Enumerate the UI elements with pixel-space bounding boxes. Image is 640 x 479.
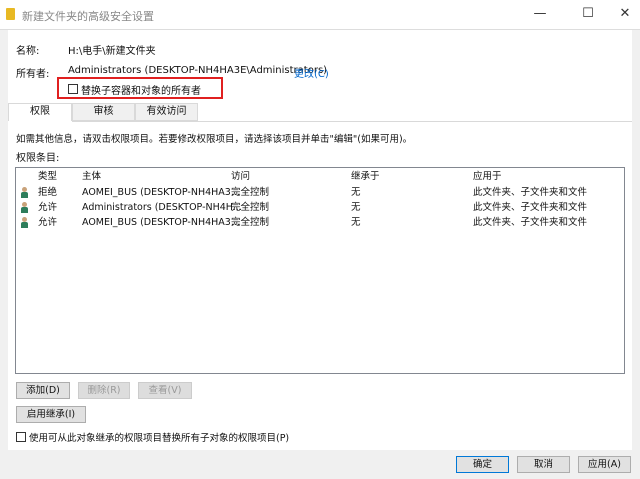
title-bar: 新建文件夹的高级安全设置 — ☐ ✕ [0, 0, 640, 30]
replace-perms-label: 使用可从此对象继承的权限项目替换所有子对象的权限项目(P) [29, 433, 290, 444]
cell-inherited: 无 [351, 202, 361, 213]
add-button[interactable]: 添加(D) [16, 382, 70, 399]
cancel-button[interactable]: 取消 [517, 456, 570, 473]
cell-type: 允许 [38, 217, 58, 228]
group-icon [20, 202, 29, 213]
info-text: 如需其他信息，请双击权限项目。若要修改权限项目，请选择该项目并单击"编辑"(如果… [16, 134, 413, 145]
replace-owner-label: 替换子容器和对象的所有者 [81, 86, 201, 97]
enable-inheritance-button[interactable]: 启用继承(I) [16, 406, 86, 423]
change-owner-link[interactable]: 更改(C) [294, 65, 329, 80]
apply-button[interactable]: 应用(A) [578, 456, 631, 473]
cell-applies: 此文件夹、子文件夹和文件 [473, 202, 588, 213]
cell-access: 完全控制 [231, 202, 270, 213]
column-header-access[interactable]: 访问 [231, 169, 250, 184]
minimize-button[interactable]: — [525, 4, 555, 24]
ok-button[interactable]: 确定 [456, 456, 509, 473]
owner-label: 所有者: [16, 69, 50, 80]
cell-principal: AOMEI_BUS (DESKTOP-NH4HA3... [82, 217, 240, 228]
column-header-principal[interactable]: 主体 [82, 169, 101, 184]
list-header: 类型 主体 访问 继承于 应用于 [16, 169, 624, 184]
window-title: 新建文件夹的高级安全设置 [22, 10, 154, 23]
cell-access: 完全控制 [231, 217, 270, 228]
maximize-button[interactable]: ☐ [573, 4, 603, 24]
name-value: H:\电手\新建文件夹 [68, 46, 156, 57]
cell-principal: Administrators (DESKTOP-NH4H... [82, 202, 242, 213]
remove-button[interactable]: 删除(R) [78, 382, 130, 399]
column-header-inherited[interactable]: 继承于 [351, 169, 380, 184]
user-icon [20, 187, 29, 198]
replace-owner-checkbox[interactable] [68, 84, 78, 94]
permission-entries-list[interactable]: 类型 主体 访问 继承于 应用于 拒绝 AOMEI_BUS (DESKTOP-N… [15, 167, 625, 374]
cell-type: 允许 [38, 202, 58, 213]
cell-applies: 此文件夹、子文件夹和文件 [473, 187, 588, 198]
close-button[interactable]: ✕ [610, 4, 640, 24]
owner-value: Administrators (DESKTOP-NH4HA3E\Administ… [68, 65, 328, 76]
cell-access: 完全控制 [231, 187, 270, 198]
tab-permissions[interactable]: 权限 [8, 103, 72, 122]
tab-auditing[interactable]: 审核 [72, 103, 135, 121]
user-icon [20, 217, 29, 228]
table-row[interactable]: 允许 AOMEI_BUS (DESKTOP-NH4HA3... 完全控制 无 此… [16, 215, 624, 230]
cell-principal: AOMEI_BUS (DESKTOP-NH4HA3... [82, 187, 240, 198]
folder-icon [6, 8, 15, 20]
entries-label: 权限条目: [16, 153, 60, 164]
cell-inherited: 无 [351, 217, 361, 228]
cell-inherited: 无 [351, 187, 361, 198]
cell-type: 拒绝 [38, 187, 58, 198]
table-row[interactable]: 拒绝 AOMEI_BUS (DESKTOP-NH4HA3... 完全控制 无 此… [16, 185, 624, 200]
column-header-type[interactable]: 类型 [38, 169, 57, 184]
tab-join [8, 121, 72, 122]
tab-effective-access[interactable]: 有效访问 [135, 103, 198, 121]
cell-applies: 此文件夹、子文件夹和文件 [473, 217, 588, 228]
replace-perms-checkbox[interactable] [16, 432, 26, 442]
column-header-applies[interactable]: 应用于 [473, 169, 502, 184]
table-row[interactable]: 允许 Administrators (DESKTOP-NH4H... 完全控制 … [16, 200, 624, 215]
name-label: 名称: [16, 46, 40, 57]
view-button[interactable]: 查看(V) [138, 382, 192, 399]
tab-divider [8, 121, 632, 122]
